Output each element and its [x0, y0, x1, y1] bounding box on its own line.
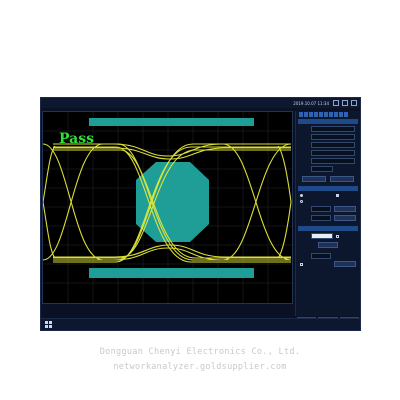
mask-bottom [89, 268, 254, 278]
scale-field[interactable] [311, 206, 331, 212]
section-header-trigger [298, 226, 358, 231]
maximize-icon[interactable] [342, 100, 348, 106]
panel-tab[interactable] [329, 112, 333, 117]
trigger-row [298, 233, 358, 240]
setting-row [298, 142, 358, 149]
status-bar [41, 318, 360, 330]
panel-tab-strip[interactable] [299, 112, 348, 117]
option-radio[interactable] [300, 194, 303, 197]
panel-button[interactable] [330, 176, 354, 182]
setting-field[interactable] [311, 134, 355, 140]
channel-button[interactable] [334, 261, 356, 267]
channel-row [298, 253, 358, 260]
option-radio[interactable] [300, 200, 303, 203]
setting-field[interactable] [311, 158, 355, 164]
minimize-icon[interactable] [333, 100, 339, 106]
trigger-button[interactable] [318, 242, 338, 248]
setting-field[interactable] [311, 126, 355, 132]
setting-row [298, 158, 358, 165]
setting-field[interactable] [311, 142, 355, 148]
setting-field[interactable] [311, 166, 333, 172]
windows-start-icon[interactable] [45, 321, 52, 328]
reference-field[interactable] [311, 215, 331, 221]
setting-row [298, 134, 358, 141]
clock: 2019.10.07 11:34 [293, 100, 329, 106]
option-checkbox[interactable] [336, 194, 339, 197]
trigger-field[interactable] [311, 233, 333, 239]
setting-field[interactable] [311, 150, 355, 156]
watermark-url: networkanalyzer.goldsupplier.com [113, 362, 287, 372]
section-header-scale [298, 186, 358, 191]
mask-top [89, 118, 254, 126]
pass-indicator: Pass [59, 131, 94, 147]
reference-set-button[interactable] [334, 215, 356, 221]
panel-tab[interactable] [304, 112, 308, 117]
control-panel [295, 111, 360, 316]
panel-tab[interactable] [339, 112, 343, 117]
panel-button[interactable] [302, 176, 326, 182]
channel-checkbox[interactable] [300, 263, 303, 266]
panel-tab[interactable] [314, 112, 318, 117]
section-header-settings [298, 119, 358, 124]
setting-row [298, 150, 358, 157]
panel-tab[interactable] [324, 112, 328, 117]
trigger-checkbox[interactable] [336, 235, 339, 238]
panel-tab[interactable] [334, 112, 338, 117]
setting-row [298, 126, 358, 133]
close-icon[interactable] [351, 100, 357, 106]
panel-tab[interactable] [319, 112, 323, 117]
setting-row [298, 166, 358, 173]
app-window: 2019.10.07 11:34 Pass [40, 97, 361, 331]
eye-diagram-display[interactable]: Pass [42, 111, 293, 304]
channel-field[interactable] [311, 253, 331, 259]
panel-tab[interactable] [299, 112, 303, 117]
watermark-company: Dongguan Chenyi Electronics Co., Ltd. [99, 347, 301, 357]
scale-set-button[interactable] [334, 206, 356, 212]
panel-tab[interactable] [344, 112, 348, 117]
mask-center [136, 162, 209, 242]
menu-bar: 2019.10.07 11:34 [41, 98, 360, 108]
panel-tab[interactable] [309, 112, 313, 117]
